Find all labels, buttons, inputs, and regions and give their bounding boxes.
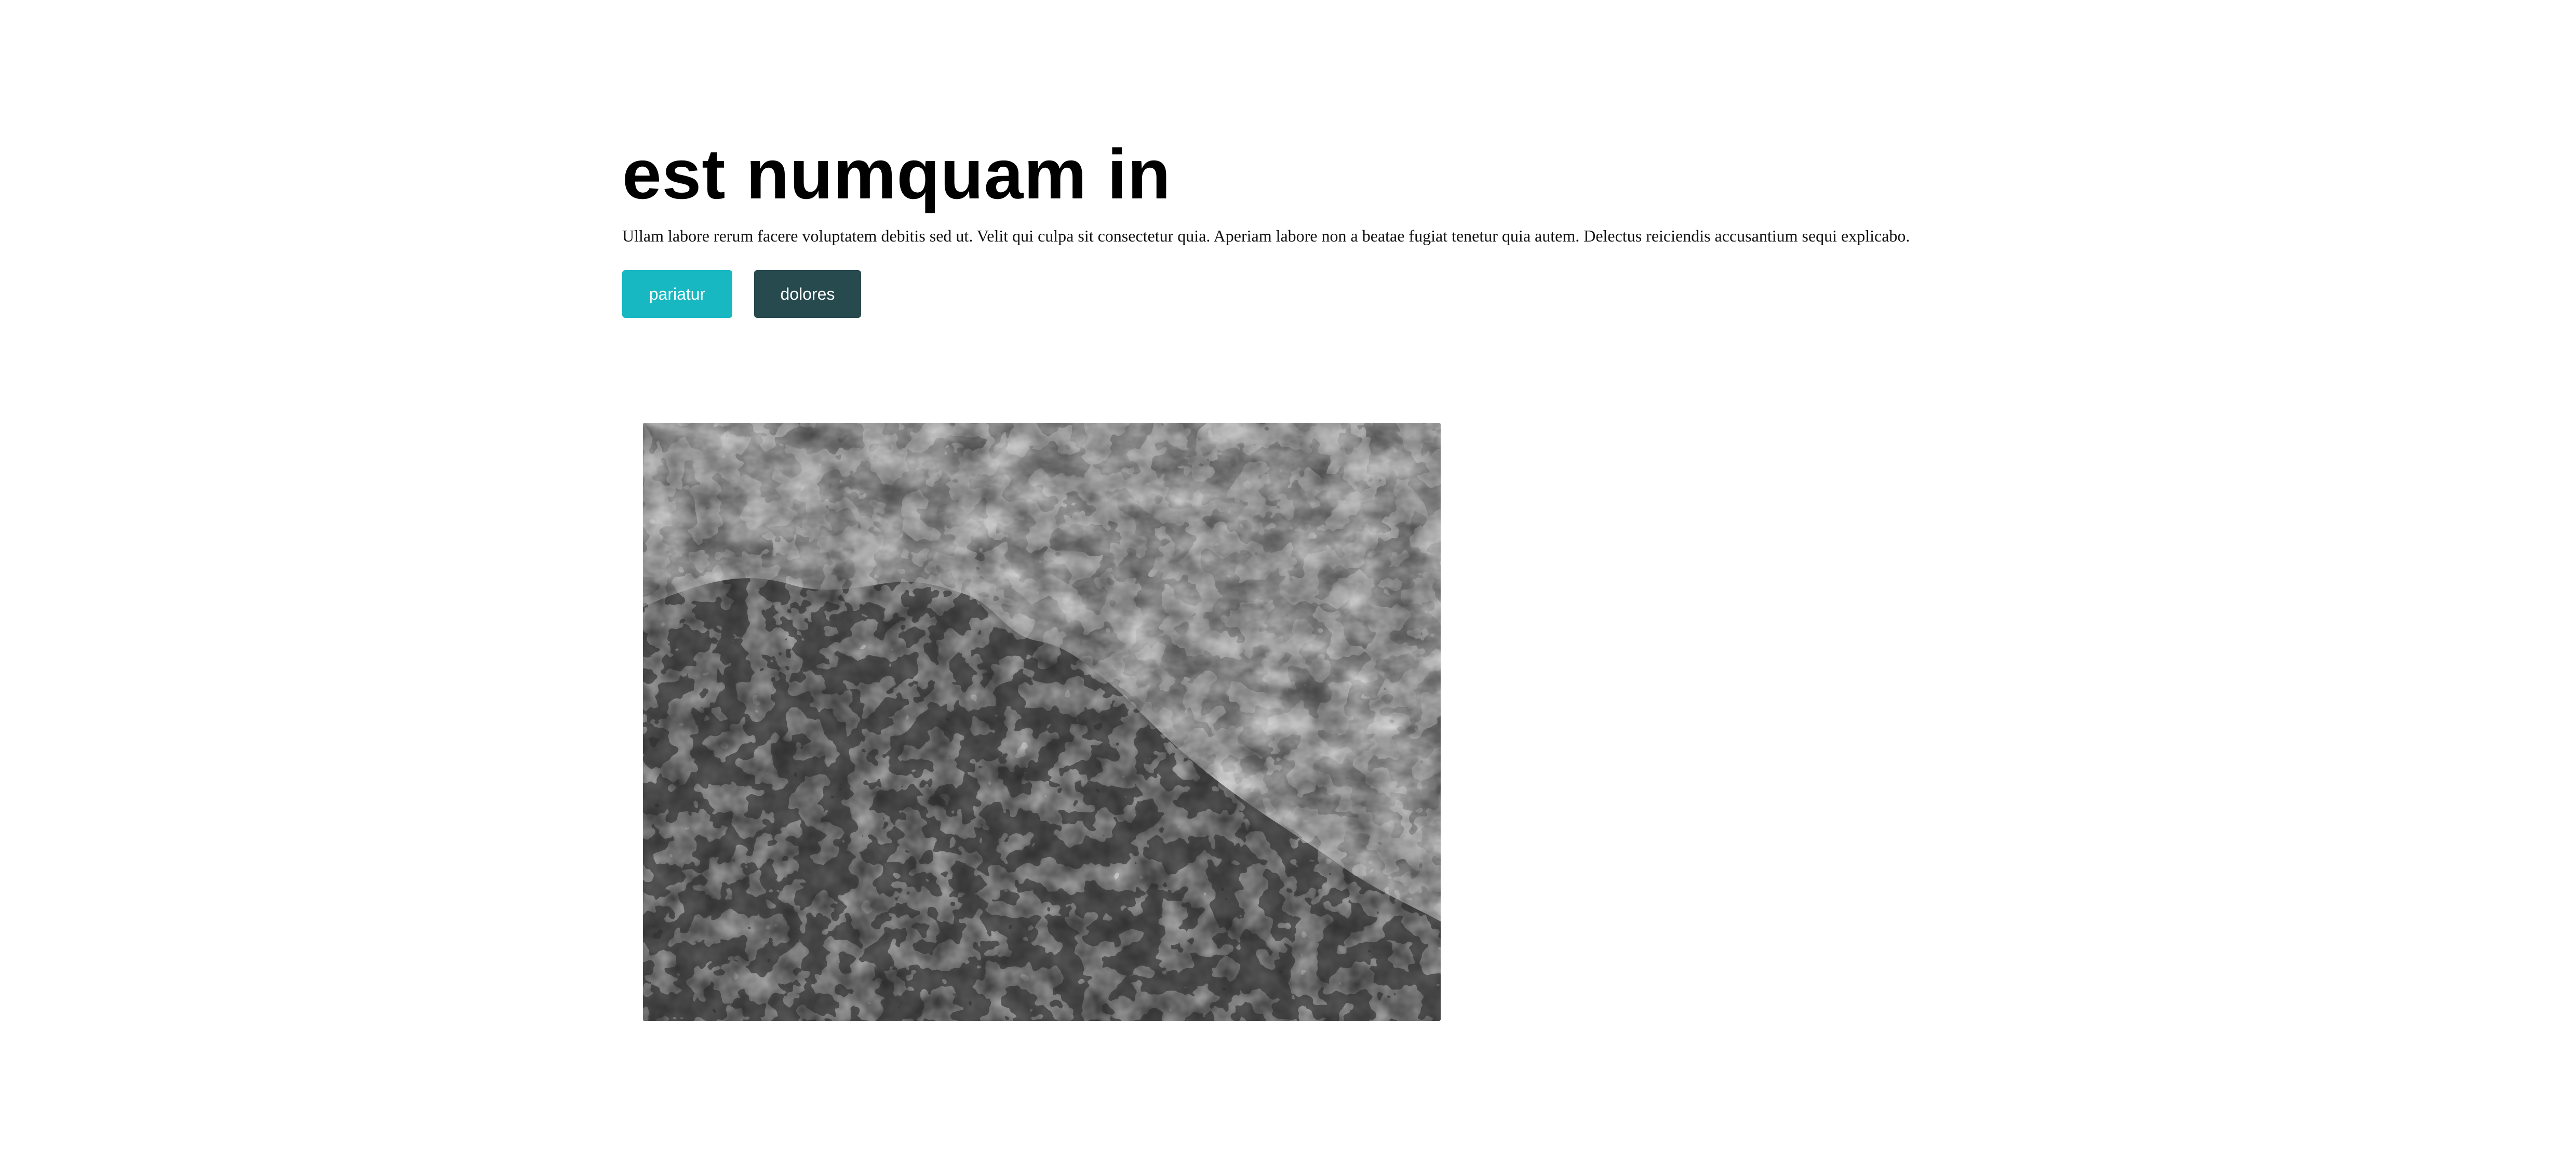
hero-description: Ullam labore rerum facere voluptatem deb… [622, 226, 1910, 245]
secondary-button[interactable]: dolores [754, 270, 861, 318]
ocean-wave-image [643, 423, 1441, 1021]
primary-button[interactable]: pariatur [622, 270, 732, 318]
page-title: est numquam in [622, 135, 1171, 213]
hero-image [643, 423, 1441, 1021]
hero-actions: pariatur dolores [622, 270, 1973, 318]
hero-section: est numquam in Ullam labore rerum facere… [622, 135, 1973, 318]
